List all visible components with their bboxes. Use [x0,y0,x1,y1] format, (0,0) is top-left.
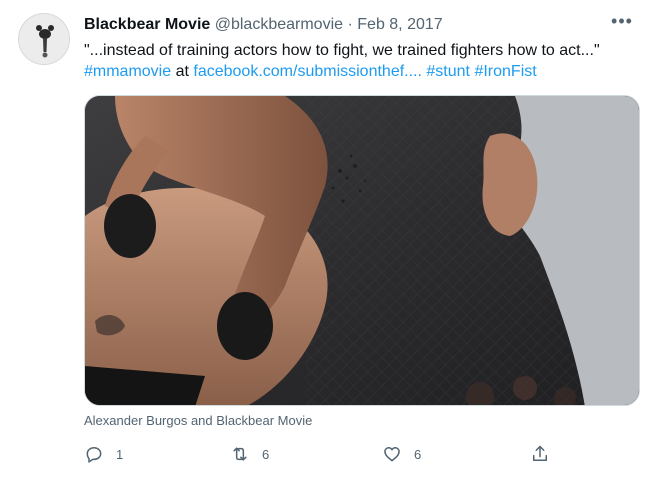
reply-button[interactable]: 1 [84,441,123,467]
author-handle[interactable]: @blackbearmovie [215,16,343,33]
more-options-button[interactable]: ••• [611,12,633,34]
reply-count: 1 [116,446,124,462]
tweet-actions: 1 6 6 [76,441,556,467]
hashtag-mmamovie[interactable]: #mmamovie [84,63,171,80]
share-button[interactable] [530,441,550,467]
tweet: Blackbear Movie @blackbearmovie · Feb 8,… [0,0,650,480]
retweet-button[interactable]: 6 [230,441,269,467]
heart-icon [384,447,400,462]
like-button[interactable]: 6 [382,441,421,467]
media-caption: Alexander Burgos and Blackbear Movie [84,413,313,428]
bear-avatar-icon [19,14,69,64]
avatar[interactable] [18,13,70,65]
like-count: 6 [414,446,422,462]
tweet-media-photo[interactable] [84,95,640,406]
hashtag-ironfist[interactable]: #IronFist [474,63,536,80]
tweet-text: "...instead of training actors how to fi… [84,40,640,82]
tweet-quote: "...instead of training actors how to fi… [84,42,600,59]
retweet-icon [233,447,247,461]
tweet-text-at: at [175,63,189,80]
tweet-header: Blackbear Movie @blackbearmovie · Feb 8,… [84,15,443,35]
facebook-link[interactable]: facebook.com/submissionthef.... [193,63,422,80]
hashtag-stunt[interactable]: #stunt [426,63,470,80]
retweet-count: 6 [262,446,270,462]
fight-scene-image [85,96,639,405]
tweet-tags-line: #mmamovie at facebook.com/submissionthef… [84,61,640,82]
share-icon [533,445,547,461]
reply-icon [86,447,102,463]
separator-dot: · [347,16,353,33]
author-name[interactable]: Blackbear Movie [84,16,210,33]
tweet-date[interactable]: Feb 8, 2017 [357,16,442,33]
